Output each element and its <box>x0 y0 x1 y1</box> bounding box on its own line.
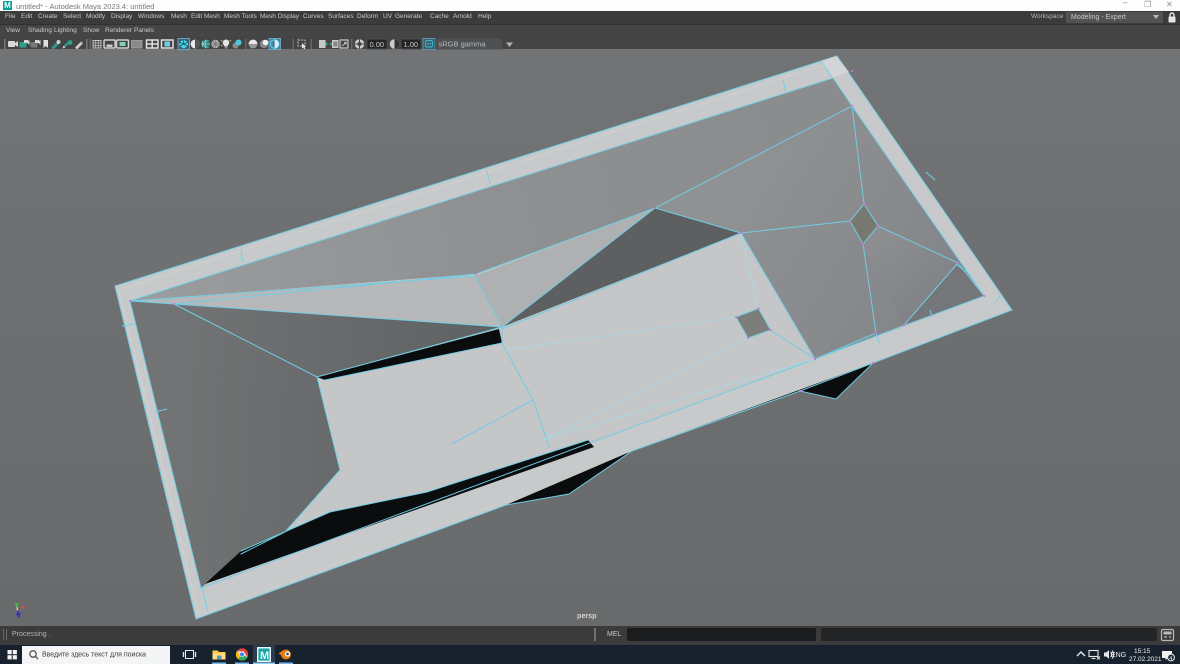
svg-text:sRGB gamma: sRGB gamma <box>439 40 487 49</box>
svg-text:15:15: 15:15 <box>1134 648 1151 655</box>
svg-text:M: M <box>260 650 269 662</box>
svg-text:4: 4 <box>1169 656 1172 662</box>
svg-text:persp: persp <box>577 611 597 620</box>
svg-text:0.00: 0.00 <box>370 40 385 49</box>
svg-text:1.00: 1.00 <box>404 40 419 49</box>
svg-text:27.02.2021: 27.02.2021 <box>1129 656 1162 663</box>
svg-text:Введите здесь текст для поиска: Введите здесь текст для поиска <box>42 652 146 659</box>
svg-text:ENG: ENG <box>1111 652 1126 659</box>
